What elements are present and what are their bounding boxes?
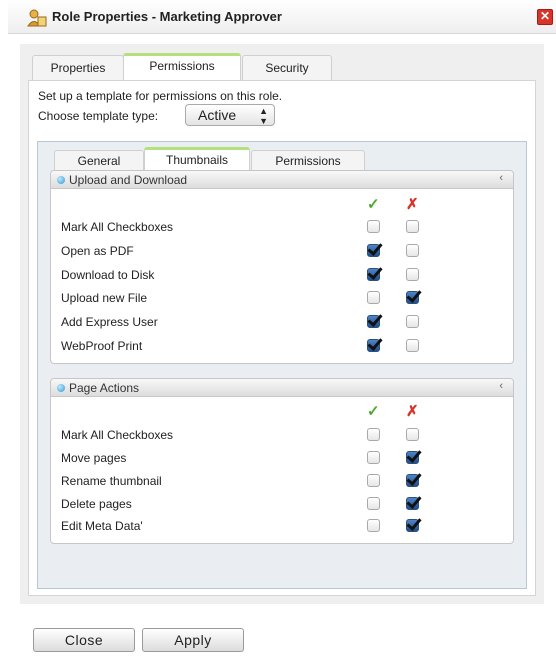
allow-checkbox[interactable] [367,291,380,304]
allow-checkbox[interactable] [367,519,380,532]
row-label: Edit Meta Data' [61,519,143,533]
deny-checkbox[interactable] [406,497,419,510]
thumbnails-frame: General Thumbnails Permissions Upload an… [37,141,527,589]
deny-checkbox[interactable] [406,220,419,233]
window-title: Role Properties - Marketing Approver [52,9,282,24]
tab-properties[interactable]: Properties [32,55,124,81]
row-label: Move pages [61,451,127,465]
title-bar: Role Properties - Marketing Approver ✕ [8,0,556,34]
close-button[interactable]: Close [33,628,135,652]
section-upload-download: Upload and Download ‹ ✓ ✗ Mark All Check… [50,170,514,364]
dialog-body: Properties Permissions Security Set up a… [20,44,544,604]
tab-security[interactable]: Security [242,55,332,81]
row-label: Mark All Checkboxes [61,220,174,234]
allow-checkbox[interactable] [367,497,380,510]
section-bullet-icon [57,384,65,392]
row-label: Open as PDF [61,244,134,258]
section-title: Page Actions [69,381,140,395]
allow-checkbox[interactable] [367,339,380,352]
row-label: Upload new File [61,291,148,305]
row-label: WebProof Print [61,339,143,353]
row-label: Add Express User [61,315,158,329]
deny-checkbox[interactable] [406,268,419,281]
allow-checkbox[interactable] [367,220,380,233]
tab-permissions[interactable]: Permissions [123,53,241,81]
deny-x-icon: ✗ [406,196,419,213]
permissions-panel: Set up a template for permissions on thi… [28,80,536,596]
deny-checkbox[interactable] [406,428,419,441]
collapse-icon[interactable]: ‹ [499,172,503,184]
deny-checkbox[interactable] [406,244,419,257]
section-bullet-icon [57,176,65,184]
allow-checkbox[interactable] [367,428,380,441]
apply-button[interactable]: Apply [142,628,244,652]
row-label: Mark All Checkboxes [61,428,174,442]
deny-checkbox[interactable] [406,315,419,328]
allow-check-icon: ✓ [367,196,380,213]
row-label: Delete pages [61,497,132,511]
allow-check-icon: ✓ [367,403,380,420]
allow-checkbox[interactable] [367,474,380,487]
deny-x-icon: ✗ [406,403,419,420]
section-title: Upload and Download [69,173,188,187]
subtab-thumbnails[interactable]: Thumbnails [144,147,250,172]
row-label: Rename thumbnail [61,474,162,488]
allow-checkbox[interactable] [367,268,380,281]
section-header[interactable]: Page Actions ‹ [51,379,513,397]
template-type-select[interactable]: Active ▲ ▼ [185,104,275,126]
collapse-icon[interactable]: ‹ [499,380,503,392]
deny-checkbox[interactable] [406,339,419,352]
deny-checkbox[interactable] [406,519,419,532]
row-label: Download to Disk [61,268,155,282]
template-type-label: Choose template type: [38,109,159,123]
template-description: Set up a template for permissions on thi… [38,89,283,103]
section-page-actions: Page Actions ‹ ✓ ✗ Mark All Checkboxes M… [50,378,514,544]
deny-checkbox[interactable] [406,451,419,464]
allow-checkbox[interactable] [367,244,380,257]
section-header[interactable]: Upload and Download ‹ [51,171,513,189]
subtab-general[interactable]: General [54,150,144,172]
allow-checkbox[interactable] [367,315,380,328]
allow-checkbox[interactable] [367,451,380,464]
subtab-permissions[interactable]: Permissions [251,150,365,172]
deny-checkbox[interactable] [406,474,419,487]
role-icon [27,9,47,27]
thumbnails-panel: Upload and Download ‹ ✓ ✗ Mark All Check… [44,170,520,582]
template-type-value: Active [198,107,237,123]
select-arrows-icon: ▲ ▼ [259,106,268,126]
close-icon[interactable]: ✕ [537,9,553,25]
deny-checkbox[interactable] [406,291,419,304]
